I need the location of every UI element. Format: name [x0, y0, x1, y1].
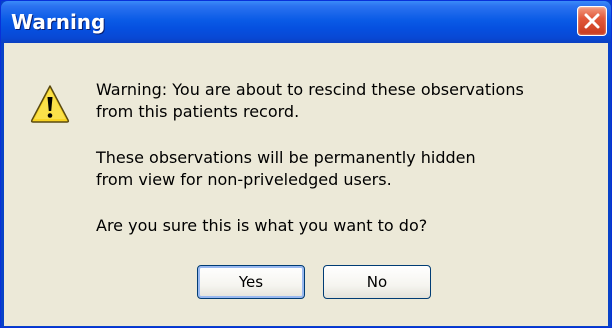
- message-line-3: These observations will be permanently h…: [96, 148, 476, 167]
- close-button[interactable]: [577, 6, 607, 36]
- no-button[interactable]: No: [323, 265, 431, 299]
- yes-button[interactable]: Yes: [197, 265, 305, 299]
- dialog-body: Warning: You are about to rescind these …: [4, 43, 608, 326]
- window-title: Warning: [11, 10, 106, 34]
- message-line-2: from this patients record.: [96, 102, 300, 121]
- message-line-5: Are you sure this is what you want to do…: [96, 216, 428, 235]
- message-line-4: from view for non-priveledged users.: [96, 170, 392, 189]
- close-icon: [584, 13, 600, 29]
- warning-icon: [30, 85, 70, 123]
- warning-dialog: Warning Warning: You are about to rescin…: [0, 0, 612, 328]
- title-bar[interactable]: Warning: [1, 1, 611, 43]
- message-line-1: Warning: You are about to rescind these …: [96, 80, 524, 99]
